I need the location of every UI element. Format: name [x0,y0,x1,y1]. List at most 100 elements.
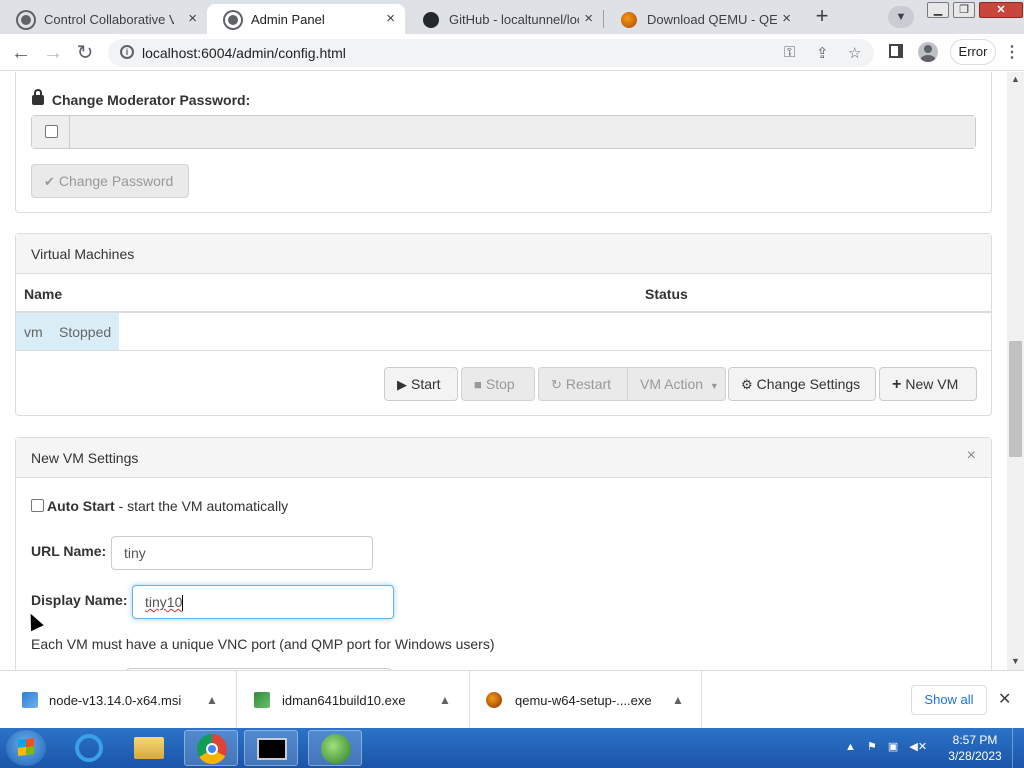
display-name-input[interactable]: tiny10 [132,585,394,619]
stop-vm-button[interactable]: ■ Stop [461,367,535,401]
restart-label: Restart [565,376,612,392]
page-content: Change Moderator Password: ✔ Change Passw… [0,72,1007,670]
info-icon[interactable]: i [120,45,134,59]
password-visibility-addon [32,116,70,148]
idm-icon [321,734,351,764]
start-button[interactable] [6,730,46,766]
tab-download-qemu[interactable]: Download QEMU - QEMU × [603,4,801,34]
vnc-port-note: Each VM must have a unique VNC port (and… [31,636,495,652]
moderator-password-input[interactable] [71,116,975,148]
show-desktop-button[interactable] [1012,728,1024,768]
download-item[interactable]: qemu-w64-setup-....exe ▲ [470,671,702,729]
tab-close-icon[interactable]: × [782,10,791,28]
download-shelf: node-v13.14.0-x64.msi ▲ idman641build10.… [0,670,1024,729]
show-all-downloads-button[interactable]: Show all [911,685,987,715]
close-download-shelf-icon[interactable]: ✕ [998,689,1011,709]
tab-search-button[interactable]: ▼ [888,6,914,28]
change-password-button[interactable]: ✔ Change Password [31,164,189,198]
browser-tab-strip: Control Collaborative Virtual Machines ×… [0,0,1024,34]
forward-button[interactable]: → [40,40,66,66]
msi-installer-icon [22,692,38,708]
chevron-up-icon[interactable]: ▲ [672,693,684,707]
plus-icon: + [892,376,902,393]
chevron-up-icon[interactable]: ▲ [439,693,451,707]
scroll-down-arrow-icon[interactable]: ▼ [1011,656,1020,666]
globe-icon [18,12,34,28]
download-item[interactable]: node-v13.14.0-x64.msi ▲ [0,671,237,729]
virtual-machines-heading: Virtual Machines [16,234,991,274]
scrollbar-thumb[interactable] [1009,341,1022,457]
download-item[interactable]: idman641build10.exe ▲ [237,671,470,729]
system-clock[interactable]: 8:57 PM 3/28/2023 [944,732,1006,764]
arrow-left-icon: ← [11,42,31,64]
start-vm-button[interactable]: ▶ Start [384,367,458,401]
scroll-up-arrow-icon[interactable]: ▲ [1011,74,1020,84]
tab-control-collaborative-vms[interactable]: Control Collaborative Virtual Machines × [0,4,207,34]
page-scrollbar[interactable]: ▲ ▼ [1007,72,1024,670]
play-icon: ▶ [397,377,407,392]
tab-github-localtunnel[interactable]: GitHub - localtunnel/localtunnel × [405,4,603,34]
taskbar-command-prompt[interactable] [244,730,298,766]
moderator-password-heading: Change Moderator Password: [32,89,251,108]
close-window-button[interactable]: ✕ [979,2,1023,18]
github-icon [423,12,439,28]
tab-close-icon[interactable]: × [386,10,395,28]
key-icon[interactable]: ⚿ [784,44,795,61]
show-password-checkbox[interactable] [45,125,58,138]
url-text[interactable]: localhost:6004/admin/config.html [142,45,346,61]
qemu-icon [486,692,502,708]
action-center-flag-icon[interactable]: ⚑ [867,741,877,753]
taskbar-internet-explorer[interactable] [62,730,116,766]
volume-muted-icon[interactable]: ◀✕ [909,741,927,753]
profile-avatar-icon[interactable] [918,42,938,62]
bookmark-star-icon[interactable]: ☆ [848,44,861,62]
new-vm-button[interactable]: + New VM [879,367,977,401]
stop-icon: ■ [474,377,482,392]
chevron-up-icon[interactable]: ▲ [206,693,218,707]
close-panel-icon[interactable]: × [967,447,976,465]
auto-start-checkbox[interactable] [31,499,44,512]
chevron-down-icon: ▼ [895,11,907,23]
tab-close-icon[interactable]: × [188,10,197,28]
tray-expand-icon[interactable]: ▲ [845,741,856,753]
change-settings-button[interactable]: ⚙ Change Settings [728,367,876,401]
moderator-password-label: Change Moderator Password: [51,92,251,108]
folder-icon [134,737,164,759]
restart-icon: ↻ [551,377,562,392]
taskbar-download-manager[interactable] [308,730,362,766]
address-bar[interactable]: i localhost:6004/admin/config.html ⚿ ⇪ ☆ [108,39,874,67]
back-button[interactable]: ← [8,40,34,66]
change-settings-label: Change Settings [756,376,861,392]
kebab-menu-icon[interactable]: ⋮ [1004,42,1020,62]
password-input-group [31,115,976,149]
tab-close-icon[interactable]: × [584,10,593,28]
arrow-right-icon: → [43,42,63,64]
reload-icon: ↻ [76,42,94,64]
text-cursor [182,595,184,612]
taskbar-chrome[interactable] [184,730,238,766]
side-panel-icon[interactable] [889,44,903,58]
reload-button[interactable]: ↻ [72,40,98,66]
download-filename: qemu-w64-setup-....exe [515,693,652,708]
restore-button[interactable]: ❐ [953,2,975,18]
display-name-label: Display Name: [31,592,128,608]
gear-icon: ⚙ [741,377,753,392]
tab-admin-panel[interactable]: Admin Panel × [207,4,405,34]
table-row[interactable]: vm Stopped [16,313,991,351]
tab-label: Download QEMU - QEMU [647,11,777,27]
network-icon[interactable]: ▣ [888,741,898,753]
windows-taskbar: ▲ ⚑ ▣ ◀✕ 8:57 PM 3/28/2023 [0,728,1024,768]
profile-error-chip[interactable]: Error [950,39,996,65]
column-header-name: Name [24,286,63,302]
share-icon[interactable]: ⇪ [816,44,829,62]
browser-toolbar: ← → ↻ i localhost:6004/admin/config.html… [0,34,1024,71]
vm-table-header: Name Status [16,274,991,313]
tab-label: GitHub - localtunnel/localtunnel [449,11,579,27]
url-name-input[interactable]: tiny [111,536,373,570]
vm-action-label: VM Action [640,376,704,392]
restart-vm-button[interactable]: ↻ Restart [538,367,628,401]
minimize-button[interactable]: ▁ [927,2,949,18]
taskbar-file-explorer[interactable] [122,730,176,766]
new-tab-button[interactable]: + [808,5,836,29]
vm-action-dropdown[interactable]: VM Action ▼ [627,367,726,401]
